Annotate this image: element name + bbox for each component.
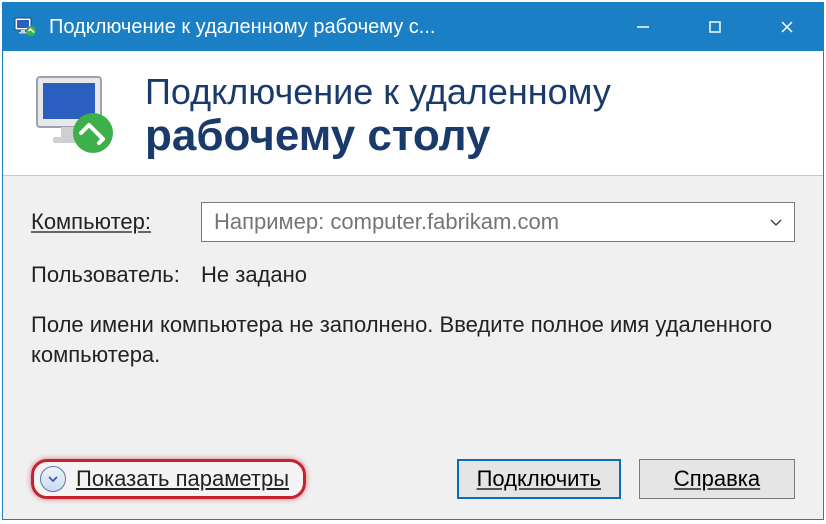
app-icon (13, 15, 37, 39)
header: Подключение к удаленному рабочему столу (3, 51, 823, 176)
show-options-label: Показать параметры (76, 466, 289, 492)
header-text: Подключение к удаленному рабочему столу (145, 72, 611, 160)
window-title: Подключение к удаленному рабочему с... (49, 16, 607, 39)
header-line2: рабочему столу (145, 112, 611, 160)
minimize-button[interactable] (607, 3, 679, 51)
rdp-window: Подключение к удаленному рабочему с... (2, 2, 824, 520)
user-label: Пользователь: (31, 262, 201, 288)
titlebar[interactable]: Подключение к удаленному рабочему с... (3, 3, 823, 51)
rdp-icon (31, 71, 121, 161)
chevron-down-circle-icon (40, 466, 66, 492)
show-options-button[interactable]: Показать параметры (31, 459, 306, 499)
footer: Показать параметры Подключить Справка (31, 447, 795, 499)
computer-label: Компьютер: (31, 209, 201, 235)
maximize-button[interactable] (679, 3, 751, 51)
help-text: Поле имени компьютера не заполнено. Введ… (31, 310, 795, 369)
close-button[interactable] (751, 3, 823, 51)
dialog-body: Компьютер: Пользователь: Не задано Поле … (3, 176, 823, 519)
help-button[interactable]: Справка (639, 459, 795, 499)
computer-input[interactable] (212, 208, 758, 236)
computer-combobox[interactable] (201, 202, 795, 242)
connect-button[interactable]: Подключить (457, 459, 621, 499)
chevron-down-icon[interactable] (758, 203, 794, 241)
user-row: Пользователь: Не задано (31, 262, 795, 288)
user-value: Не задано (201, 262, 307, 288)
computer-row: Компьютер: (31, 202, 795, 242)
window-controls (607, 3, 823, 51)
header-line1: Подключение к удаленному (145, 72, 611, 112)
